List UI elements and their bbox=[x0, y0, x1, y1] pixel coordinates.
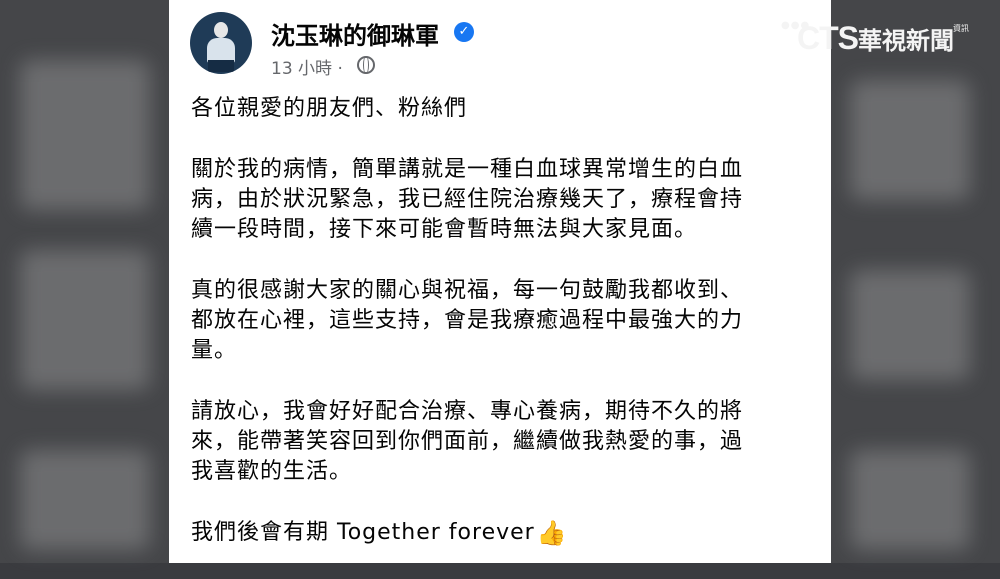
post-timestamp[interactable]: 13 小時 · bbox=[271, 54, 343, 79]
page-name[interactable]: 沈玉琳的御琳軍 bbox=[271, 16, 439, 51]
post-line: 量。 bbox=[191, 338, 238, 363]
blurred-text-block bbox=[850, 80, 970, 200]
avatar[interactable] bbox=[190, 12, 252, 74]
globe-icon bbox=[357, 56, 375, 74]
post-line: 病，由於狀況緊急，我已經住院治療幾天了，療程會持 bbox=[191, 187, 744, 212]
closing-text: 我們後會有期 Together forever bbox=[191, 520, 535, 545]
blurred-text-block bbox=[850, 450, 970, 550]
post-line: 都放在心裡，這些支持，會是我療癒過程中最強大的力 bbox=[191, 308, 744, 333]
logo-dots-icon: ●●● bbox=[781, 20, 811, 31]
post-line: 續一段時間，接下來可能會暫時無法與大家見面。 bbox=[191, 217, 698, 242]
post-line: 關於我的病情，簡單講就是一種白血球異常增生的白血 bbox=[191, 157, 744, 182]
verified-badge-icon: ✓ bbox=[454, 22, 474, 42]
logo-chinese: 華視新聞 bbox=[858, 27, 954, 55]
avatar-figure-head bbox=[214, 22, 228, 38]
post-line: 請放心，我會好好配合治療、專心養病，期待不久的將 bbox=[191, 399, 744, 424]
avatar-figure-legs bbox=[208, 60, 234, 72]
post-line: 真的很感謝大家的關心與祝福，每一句鼓勵我都收到、 bbox=[191, 278, 744, 303]
post-paragraph: 請放心，我會好好配合治療、專心養病，期待不久的將 來，能帶著笑容回到你們面前，繼… bbox=[191, 397, 821, 487]
post-line: 我喜歡的生活。 bbox=[191, 459, 353, 484]
post-closing: 我們後會有期 Together forever👍 bbox=[191, 518, 821, 548]
thumbs-up-icon: 👍 bbox=[536, 519, 568, 547]
cts-news-logo: ●●● CTS華視新聞 資訊 bbox=[781, 20, 969, 60]
blurred-text-block bbox=[20, 450, 150, 550]
post-greeting: 各位親愛的朋友們、粉絲們 bbox=[191, 94, 821, 124]
post-line: 各位親愛的朋友們、粉絲們 bbox=[191, 96, 468, 121]
post-paragraph: 真的很感謝大家的關心與祝福，每一句鼓勵我都收到、 都放在心裡，這些支持，會是我療… bbox=[191, 276, 821, 366]
blurred-text-block bbox=[20, 60, 150, 210]
blurred-text-block bbox=[20, 250, 150, 390]
logo-tiny-text: 資訊 bbox=[953, 24, 969, 33]
blurred-text-block bbox=[850, 270, 970, 380]
post-paragraph: 關於我的病情，簡單講就是一種白血球異常增生的白血 病，由於狀況緊急，我已經住院治… bbox=[191, 155, 821, 245]
post-body: 各位親愛的朋友們、粉絲們 關於我的病情，簡單講就是一種白血球異常增生的白血 病，… bbox=[191, 94, 821, 579]
facebook-post-card: 沈玉琳的御琳軍 ✓ 13 小時 · 各位親愛的朋友們、粉絲們 關於我的病情，簡單… bbox=[169, 0, 831, 563]
post-line: 來，能帶著笑容回到你們面前，繼續做我熱愛的事，過 bbox=[191, 429, 744, 454]
